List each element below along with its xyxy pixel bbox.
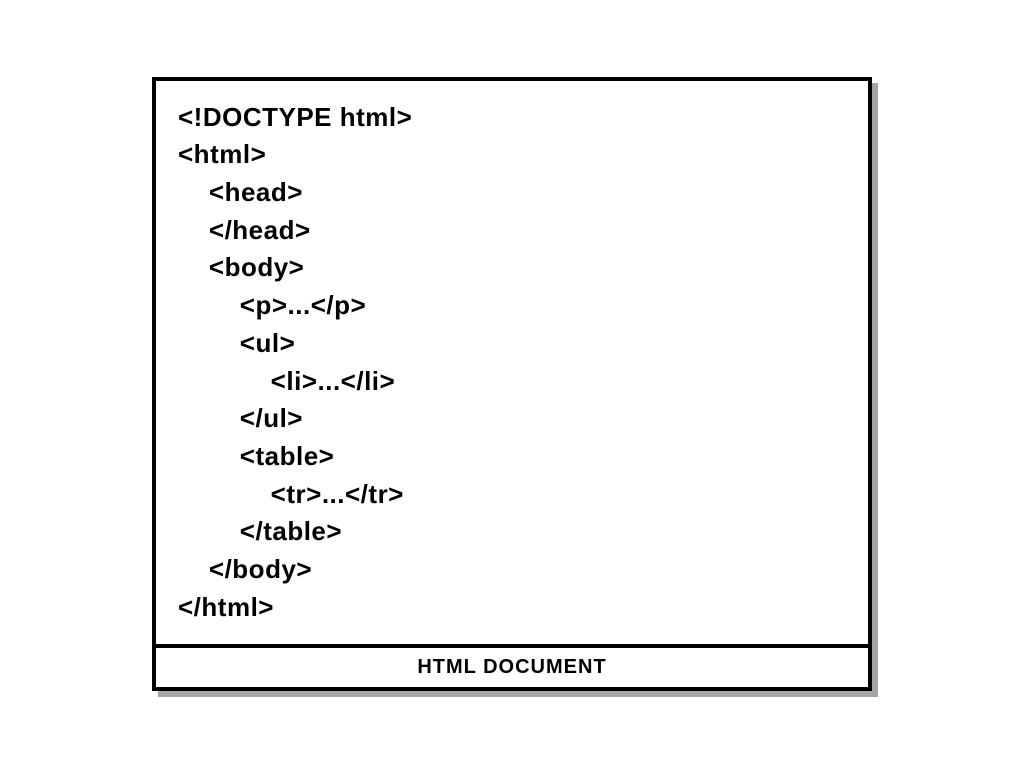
code-line: <p>...</p> xyxy=(178,287,846,325)
code-line: <li>...</li> xyxy=(178,363,846,401)
code-line: </ul> xyxy=(178,400,846,438)
caption-label: HTML DOCUMENT xyxy=(156,656,868,679)
code-line: </html> xyxy=(178,589,846,627)
html-structure-diagram: <!DOCTYPE html> <html> <head> </head> <b… xyxy=(152,77,872,692)
code-line: </table> xyxy=(178,513,846,551)
code-line: </head> xyxy=(178,212,846,250)
code-line: <table> xyxy=(178,438,846,476)
code-line: </body> xyxy=(178,551,846,589)
code-line: <body> xyxy=(178,249,846,287)
code-line: <!DOCTYPE html> xyxy=(178,99,846,137)
code-line: <html> xyxy=(178,136,846,174)
code-line: <head> xyxy=(178,174,846,212)
code-line: <tr>...</tr> xyxy=(178,476,846,514)
code-line: <ul> xyxy=(178,325,846,363)
caption-box: HTML DOCUMENT xyxy=(152,648,872,691)
code-box: <!DOCTYPE html> <html> <head> </head> <b… xyxy=(152,77,872,649)
